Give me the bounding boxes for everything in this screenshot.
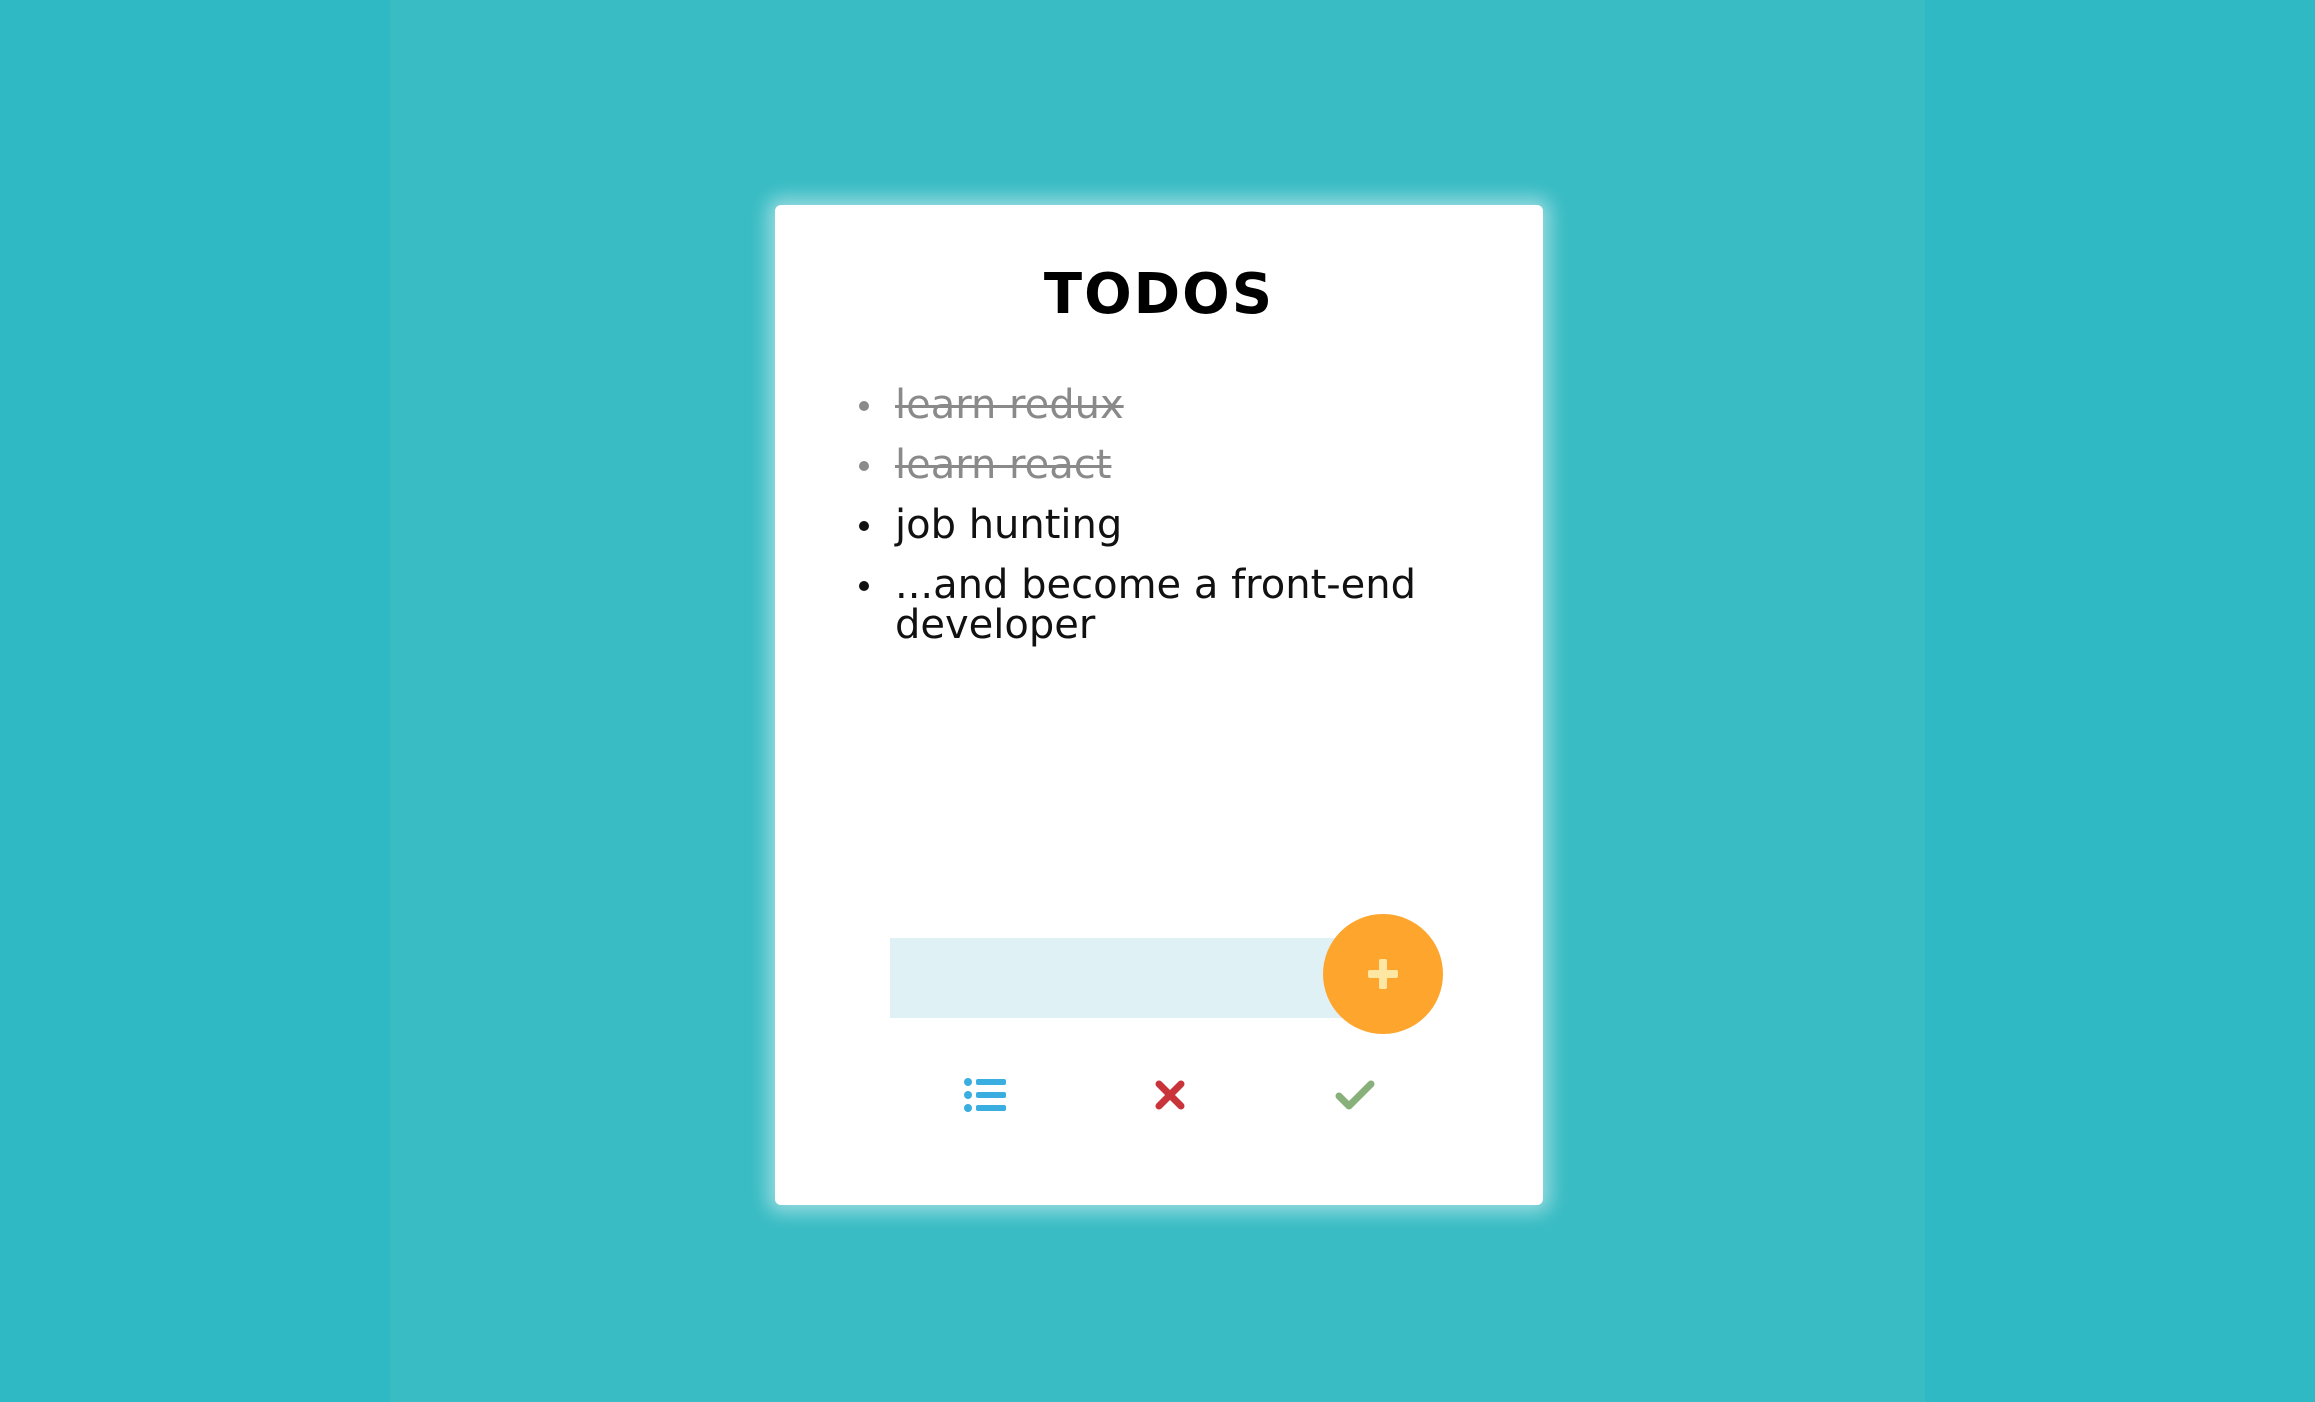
todo-item[interactable]: learn react <box>859 442 1485 488</box>
todo-list: learn redux learn react job hunting ...a… <box>859 382 1485 665</box>
todo-text: job hunting <box>895 502 1123 548</box>
bullet-icon <box>859 581 869 591</box>
filter-active-button[interactable] <box>1140 1065 1200 1125</box>
todo-item[interactable]: learn redux <box>859 382 1485 428</box>
app-title: TODOS <box>1043 262 1275 327</box>
todo-item[interactable]: ...and become a front-end developer <box>859 562 1485 648</box>
add-todo-row <box>890 910 1450 1034</box>
background-left <box>0 0 390 1402</box>
bullet-icon <box>859 401 869 411</box>
todo-item[interactable]: job hunting <box>859 502 1485 548</box>
list-icon <box>964 1078 1006 1112</box>
filter-all-button[interactable] <box>955 1065 1015 1125</box>
add-todo-button[interactable] <box>1323 914 1443 1034</box>
todo-card: TODOS learn redux learn react job huntin… <box>775 205 1543 1205</box>
background-right <box>1925 0 2315 1402</box>
todo-text: learn redux <box>895 382 1124 428</box>
filter-bar <box>775 1065 1543 1125</box>
todo-text: learn react <box>895 442 1112 488</box>
bullet-icon <box>859 461 869 471</box>
plus-icon <box>1368 959 1398 989</box>
bullet-icon <box>859 521 869 531</box>
new-todo-input[interactable] <box>890 938 1360 1018</box>
todo-text: ...and become a front-end developer <box>895 562 1417 648</box>
close-icon <box>1155 1080 1185 1110</box>
filter-completed-button[interactable] <box>1325 1065 1385 1125</box>
check-icon <box>1335 1080 1375 1110</box>
